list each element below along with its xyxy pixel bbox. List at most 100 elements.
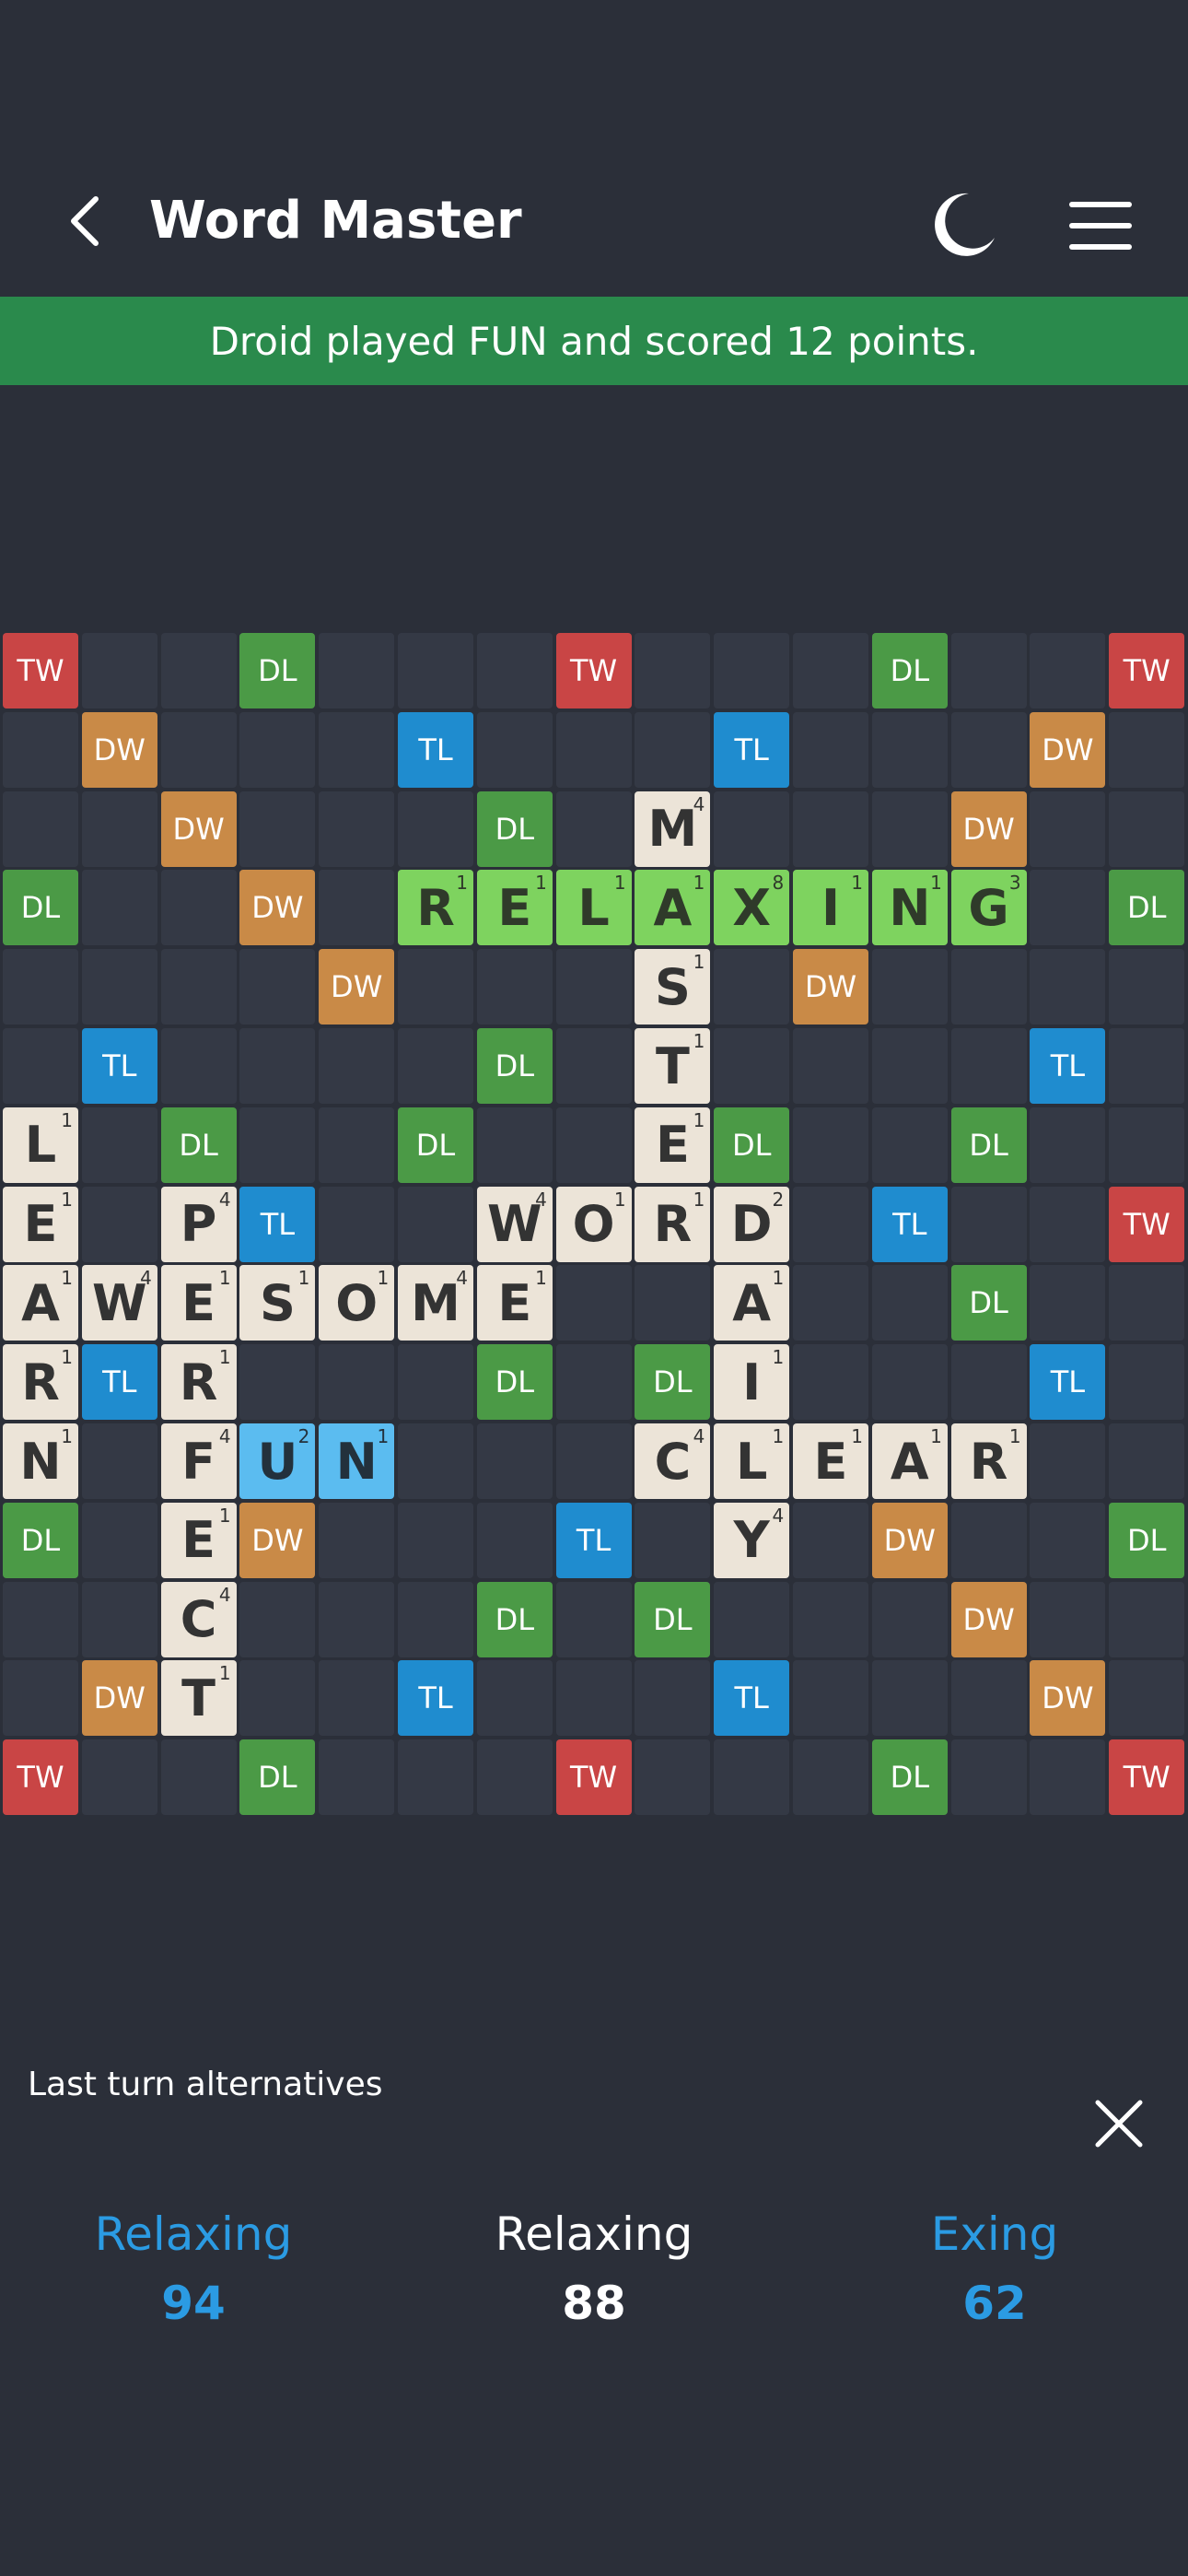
board-square[interactable] bbox=[950, 949, 1027, 1025]
board-square[interactable] bbox=[1109, 790, 1185, 867]
board-square[interactable] bbox=[1109, 1660, 1185, 1737]
bonus-square-tl[interactable]: TL bbox=[398, 1660, 473, 1737]
board-square[interactable] bbox=[950, 1028, 1027, 1104]
bonus-square-dl[interactable]: DL bbox=[871, 1739, 948, 1816]
board-square[interactable] bbox=[793, 1186, 868, 1262]
theme-toggle-button[interactable] bbox=[921, 184, 1004, 267]
board-square[interactable] bbox=[319, 1344, 395, 1421]
bonus-square-tl[interactable]: TL bbox=[81, 1344, 157, 1421]
bonus-square-tl[interactable]: TL bbox=[398, 711, 473, 788]
board-square[interactable] bbox=[239, 1581, 316, 1657]
board-square[interactable] bbox=[1030, 633, 1106, 708]
alternative-option[interactable]: Relaxing 94 bbox=[9, 2202, 378, 2340]
board-square[interactable] bbox=[1030, 870, 1106, 946]
bonus-square-dw[interactable]: DW bbox=[239, 870, 316, 946]
bonus-square-tl[interactable]: TL bbox=[714, 711, 790, 788]
bonus-square-tl[interactable]: TL bbox=[1030, 1028, 1106, 1104]
board-square[interactable] bbox=[1109, 1581, 1185, 1657]
board-square[interactable] bbox=[1030, 1107, 1106, 1183]
bonus-square-dl[interactable]: DL bbox=[160, 1107, 237, 1183]
bonus-square-dw[interactable]: DW bbox=[81, 711, 157, 788]
board-square[interactable] bbox=[160, 949, 237, 1025]
board-square[interactable] bbox=[476, 1502, 553, 1578]
board-square[interactable] bbox=[1030, 790, 1106, 867]
board-square[interactable] bbox=[1030, 1581, 1106, 1657]
bonus-square-dl[interactable]: DL bbox=[714, 1107, 790, 1183]
bonus-square-tl[interactable]: TL bbox=[871, 1186, 948, 1262]
board-square[interactable] bbox=[398, 1581, 473, 1657]
bonus-square-dl[interactable]: DL bbox=[1109, 870, 1185, 946]
board-square[interactable] bbox=[871, 711, 948, 788]
board-square[interactable] bbox=[950, 711, 1027, 788]
board-square[interactable] bbox=[81, 1423, 157, 1499]
board-square[interactable] bbox=[950, 1660, 1027, 1737]
alternative-option-current[interactable]: Relaxing 88 bbox=[410, 2202, 778, 2340]
board-square[interactable] bbox=[239, 1107, 316, 1183]
board-square[interactable] bbox=[476, 711, 553, 788]
board-square[interactable] bbox=[476, 1107, 553, 1183]
board-square[interactable] bbox=[950, 1186, 1027, 1262]
board-square[interactable] bbox=[476, 1660, 553, 1737]
board-square[interactable] bbox=[81, 790, 157, 867]
board-square[interactable] bbox=[160, 1028, 237, 1104]
board-square[interactable] bbox=[398, 1502, 473, 1578]
bonus-square-tw[interactable]: TW bbox=[1109, 1186, 1185, 1262]
board-square[interactable] bbox=[81, 1581, 157, 1657]
board-square[interactable] bbox=[1030, 949, 1106, 1025]
bonus-square-dl[interactable]: DL bbox=[476, 1581, 553, 1657]
board-square[interactable] bbox=[635, 1265, 711, 1341]
board-square[interactable] bbox=[1109, 1107, 1185, 1183]
board-square[interactable] bbox=[319, 633, 395, 708]
board-square[interactable] bbox=[555, 1344, 632, 1421]
bonus-square-dl[interactable]: DL bbox=[3, 1502, 78, 1578]
board-square[interactable] bbox=[239, 1344, 316, 1421]
board-square[interactable] bbox=[871, 1581, 948, 1657]
board-square[interactable] bbox=[793, 1265, 868, 1341]
board-square[interactable] bbox=[319, 870, 395, 946]
board-square[interactable] bbox=[1109, 949, 1185, 1025]
bonus-square-dl[interactable]: DL bbox=[476, 790, 553, 867]
bonus-square-dl[interactable]: DL bbox=[476, 1344, 553, 1421]
board-square[interactable] bbox=[3, 790, 78, 867]
bonus-square-tl[interactable]: TL bbox=[239, 1186, 316, 1262]
board-square[interactable] bbox=[793, 1581, 868, 1657]
board-square[interactable] bbox=[871, 1265, 948, 1341]
board-square[interactable] bbox=[950, 1739, 1027, 1816]
bonus-square-dw[interactable]: DW bbox=[81, 1660, 157, 1737]
bonus-square-dw[interactable]: DW bbox=[160, 790, 237, 867]
board-square[interactable] bbox=[3, 711, 78, 788]
board-square[interactable] bbox=[793, 790, 868, 867]
board-square[interactable] bbox=[319, 1739, 395, 1816]
board-square[interactable] bbox=[160, 870, 237, 946]
board-square[interactable] bbox=[3, 949, 78, 1025]
board-square[interactable] bbox=[793, 1028, 868, 1104]
board-square[interactable] bbox=[398, 1028, 473, 1104]
bonus-square-dl[interactable]: DL bbox=[239, 633, 316, 708]
board-square[interactable] bbox=[3, 1660, 78, 1737]
board-square[interactable] bbox=[635, 633, 711, 708]
board-square[interactable] bbox=[871, 1028, 948, 1104]
board-square[interactable] bbox=[635, 1739, 711, 1816]
board-square[interactable] bbox=[1030, 1423, 1106, 1499]
bonus-square-tw[interactable]: TW bbox=[3, 633, 78, 708]
board-square[interactable] bbox=[476, 949, 553, 1025]
board-square[interactable] bbox=[714, 633, 790, 708]
board-square[interactable] bbox=[793, 1107, 868, 1183]
board-square[interactable] bbox=[714, 1739, 790, 1816]
board-square[interactable] bbox=[635, 1502, 711, 1578]
board-square[interactable] bbox=[714, 1028, 790, 1104]
board-square[interactable] bbox=[81, 1186, 157, 1262]
board-square[interactable] bbox=[871, 1660, 948, 1737]
board-square[interactable] bbox=[793, 633, 868, 708]
board-square[interactable] bbox=[160, 1739, 237, 1816]
bonus-square-dw[interactable]: DW bbox=[319, 949, 395, 1025]
bonus-square-dl[interactable]: DL bbox=[3, 870, 78, 946]
menu-button[interactable] bbox=[1059, 184, 1142, 267]
board-square[interactable] bbox=[319, 1028, 395, 1104]
board-square[interactable] bbox=[555, 949, 632, 1025]
board-square[interactable] bbox=[1030, 1186, 1106, 1262]
board-square[interactable] bbox=[319, 1107, 395, 1183]
board-square[interactable] bbox=[555, 790, 632, 867]
bonus-square-tl[interactable]: TL bbox=[555, 1502, 632, 1578]
bonus-square-dl[interactable]: DL bbox=[635, 1581, 711, 1657]
